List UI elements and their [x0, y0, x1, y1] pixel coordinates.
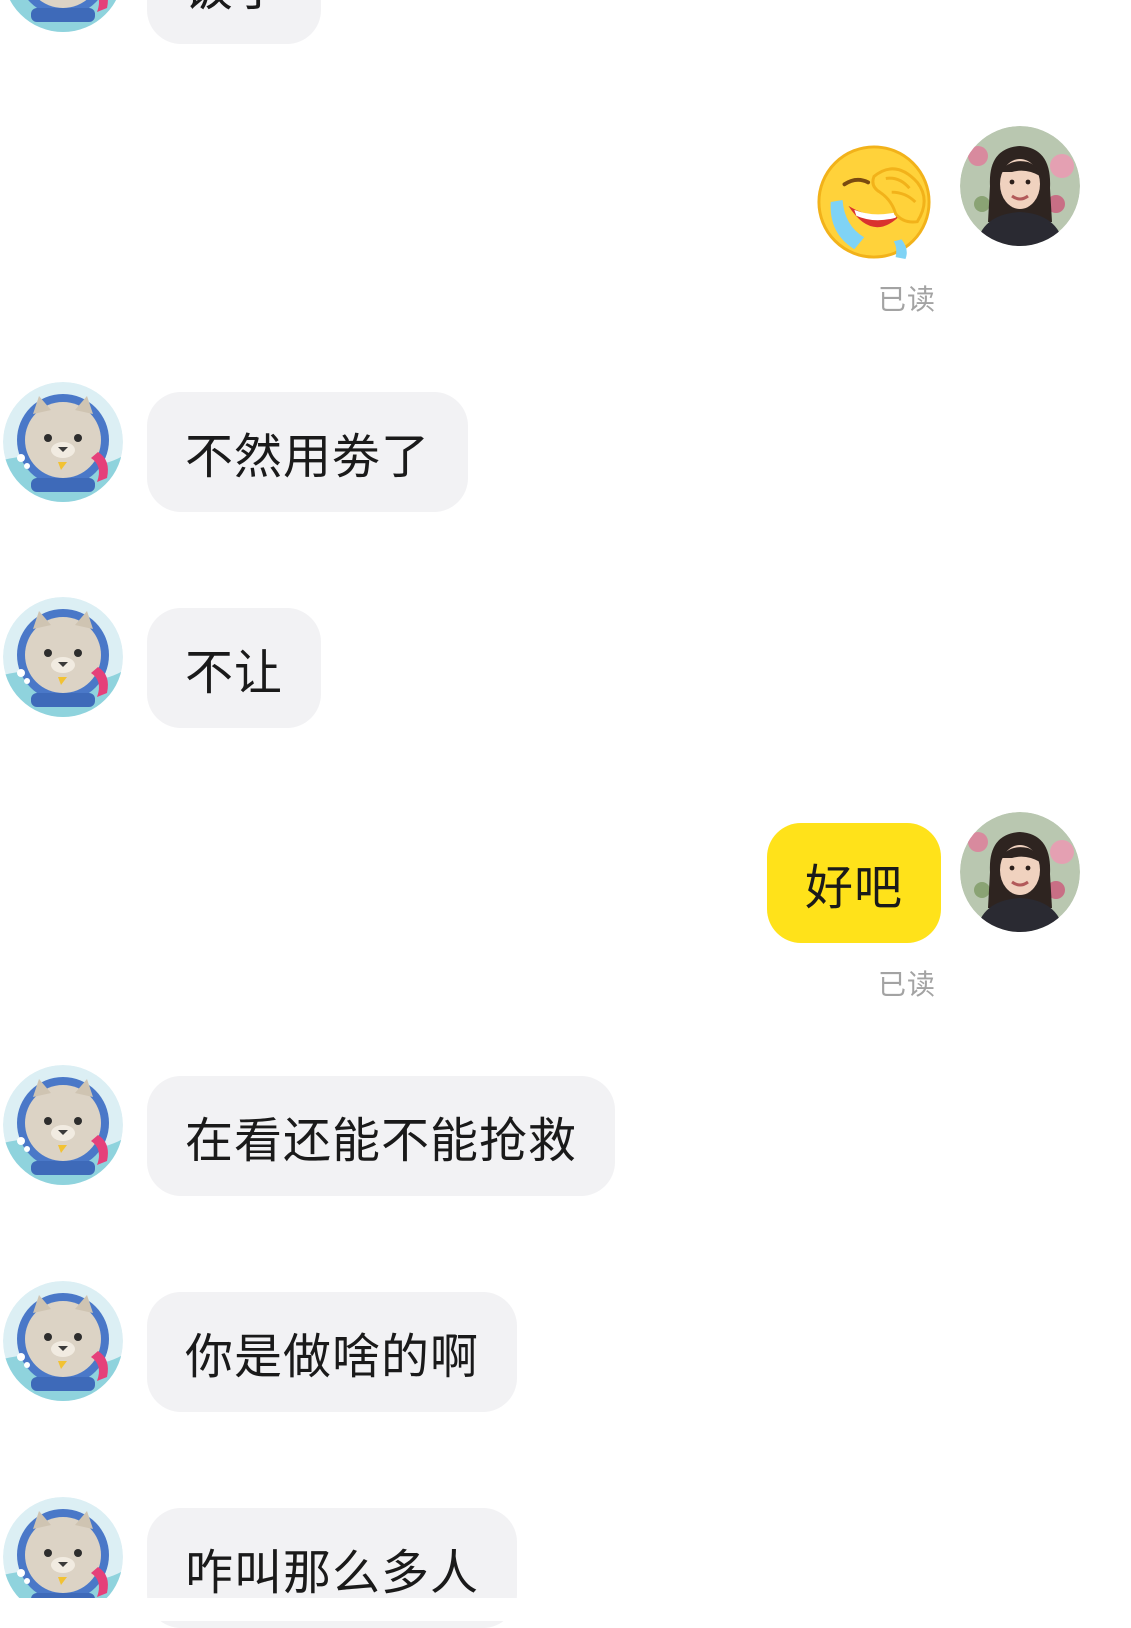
contact-avatar[interactable]	[3, 597, 123, 717]
message-text: 不然用劵了	[185, 429, 431, 485]
cat-astronaut-icon	[3, 597, 123, 717]
read-status: 已读	[878, 968, 937, 1001]
cat-astronaut-icon	[3, 1065, 123, 1185]
cat-astronaut-icon	[3, 382, 123, 502]
message-text: 在看还能不能抢救	[185, 1113, 578, 1169]
crying-laughing-facepalm-emoji-icon[interactable]	[815, 143, 933, 261]
message-bubble-outgoing[interactable]: 好吧	[767, 823, 942, 943]
message-bubble-incoming[interactable]: 在看还能不能抢救	[147, 1076, 616, 1196]
contact-avatar[interactable]	[3, 0, 123, 32]
contact-avatar[interactable]	[3, 1065, 123, 1185]
self-avatar[interactable]	[960, 812, 1080, 932]
message-bubble-incoming[interactable]: 不让	[147, 608, 322, 728]
message-text: 不让	[185, 645, 284, 701]
contact-avatar[interactable]	[3, 382, 123, 502]
read-status: 已读	[878, 283, 937, 316]
cat-astronaut-icon	[3, 1281, 123, 1401]
cat-astronaut-icon	[3, 0, 123, 32]
message-text: 你是做啥的啊	[185, 1329, 480, 1385]
user-photo-icon	[960, 126, 1080, 246]
message-text: 好吧	[805, 860, 904, 916]
contact-avatar[interactable]	[3, 1281, 123, 1401]
message-text: 咋叫那么多人	[185, 1545, 480, 1601]
message-text: 饭了	[185, 0, 283, 19]
message-bubble-incoming[interactable]: 你是做啥的啊	[147, 1292, 518, 1412]
screen-bottom-edge	[0, 1598, 1131, 1621]
self-avatar[interactable]	[960, 126, 1080, 246]
user-photo-icon	[960, 812, 1080, 932]
message-bubble-incoming[interactable]: 不然用劵了	[147, 392, 469, 512]
message-bubble-incoming[interactable]: 饭了	[147, 0, 322, 44]
